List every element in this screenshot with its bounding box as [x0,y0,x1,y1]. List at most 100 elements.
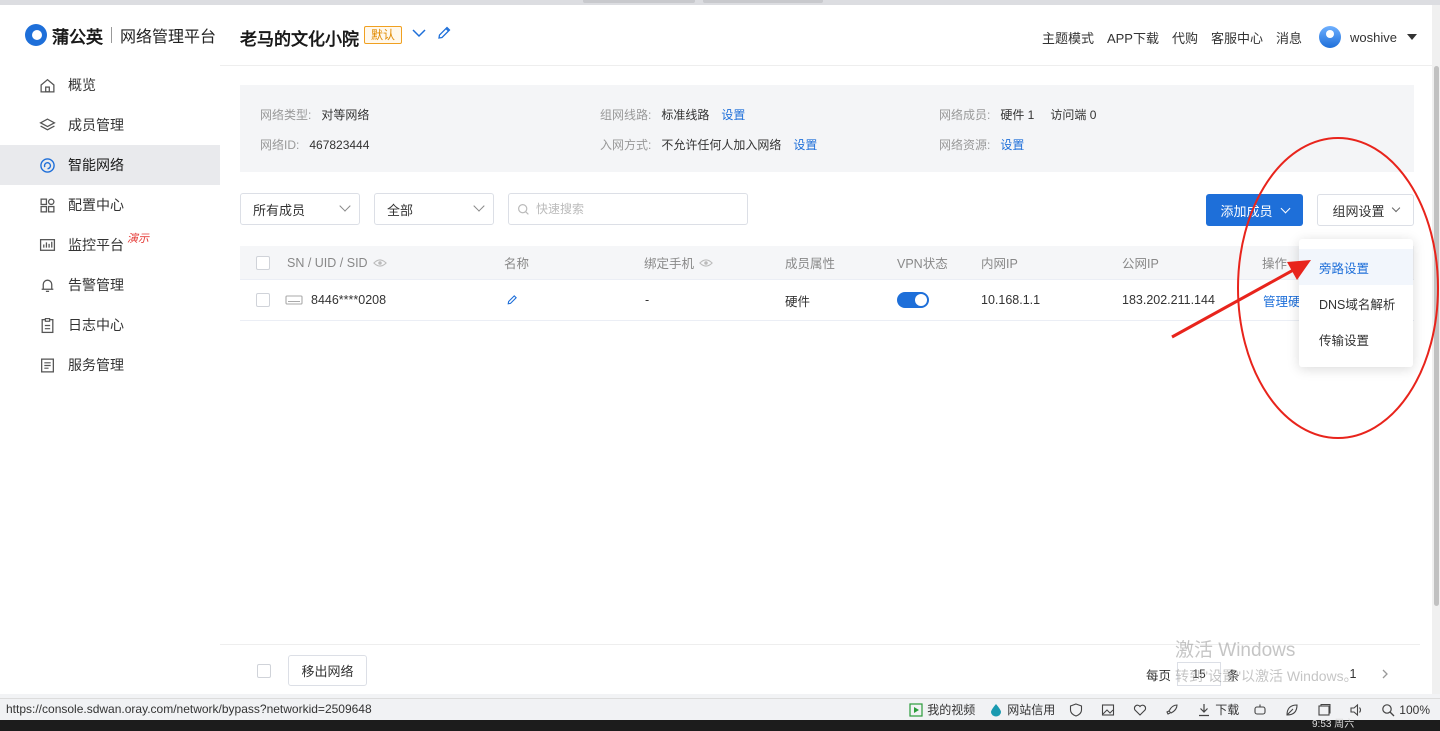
vpn-toggle[interactable] [897,292,929,308]
network-info-panel: 网络类型: 对等网络 网络ID: 467823444 组网线路: 标准线路 设置… [240,85,1414,172]
manage-hardware-link[interactable]: 管理硬 [1263,291,1301,310]
link-app-download[interactable]: APP下载 [1107,28,1159,47]
network-settings-button[interactable]: 组网设置 [1317,194,1414,226]
member-filter-select[interactable]: 所有成员 [240,193,360,225]
phone-value: - [645,293,650,307]
zoom-control[interactable]: 100% [1381,703,1430,717]
table-header: SN / UID / SID 名称 绑定手机 成员属性 VPN状态 内网IP 公… [240,246,1414,280]
join-mode-settings-link[interactable]: 设置 [793,136,817,153]
username[interactable]: woshive [1350,30,1397,45]
menu-item-bypass-settings[interactable]: 旁路设置 [1299,249,1413,285]
button-label: 移出网络 [301,664,354,679]
info-label: 网络成员: [939,108,991,122]
scrollbar-thumb[interactable] [1434,66,1439,606]
column-header: 名称 [504,257,530,271]
row-select-cell [256,280,270,320]
brand-name: 蒲公英 [52,27,103,47]
sidebar-item-monitor[interactable]: 监控平台 演示 [0,225,220,265]
sidebar-item-label: 监控平台 [68,237,124,253]
eco-button[interactable] [1285,703,1303,717]
col-wan-ip: 公网IP [1122,246,1159,279]
user-menu-caret-icon[interactable] [1407,34,1417,40]
screenshot-button[interactable] [1101,703,1119,717]
image-icon [1102,703,1115,716]
site-credit[interactable]: 网站信用 [989,701,1055,718]
eye-icon[interactable] [372,258,387,268]
sidebar-item-label: 配置中心 [68,197,124,213]
info-resources: 网络资源: 设置 [939,136,1024,153]
search-box [508,193,748,225]
sidebar-item-members[interactable]: 成员管理 [0,105,220,145]
volume-button[interactable] [1349,703,1367,717]
col-attribute: 成员属性 [785,246,835,279]
cell-lan-ip: 10.168.1.1 [981,280,1040,320]
add-member-button[interactable]: 添加成员 [1206,194,1303,226]
button-label: 组网设置 [1332,203,1385,219]
cell-name [506,280,518,320]
cell-phone: - [645,280,649,320]
sidebar-nav: 概览 成员管理 智能网络 配置中心 监控平台 演示 告警管理 日志中心 服务管理 [0,65,220,385]
link-purchase[interactable]: 代购 [1172,28,1198,47]
my-videos[interactable]: 我的视频 [909,701,975,718]
edit-icon[interactable] [436,25,452,41]
home-icon [39,77,56,94]
info-value: 467823444 [309,137,370,152]
remove-from-network-button[interactable]: 移出网络 [288,655,367,686]
sidebar-item-smart-network[interactable]: 智能网络 [0,145,220,185]
menu-item-transfer-settings[interactable]: 传输设置 [1299,321,1413,357]
link-support[interactable]: 客服中心 [1211,28,1263,47]
sidebar-item-overview[interactable]: 概览 [0,65,220,105]
browser-tab[interactable] [583,0,695,3]
resources-settings-link[interactable]: 设置 [1000,136,1024,153]
status-bar-tools: 我的视频 网站信用 下载 100% [895,701,1430,718]
route-settings-link[interactable]: 设置 [721,106,745,123]
avatar[interactable] [1319,26,1342,48]
assistant-button[interactable] [1253,703,1271,717]
grid-icon [39,197,56,214]
info-value: 硬件 1 [1000,108,1035,122]
info-label: 网络类型: [260,108,312,122]
window-button[interactable] [1317,703,1335,717]
default-badge: 默认 [364,26,403,44]
sidebar-item-services[interactable]: 服务管理 [0,345,220,385]
speedup-button[interactable] [1165,703,1183,717]
select-all-checkbox[interactable] [256,255,270,270]
logo-divider [111,27,112,43]
drop-icon [991,703,1002,716]
cell-attribute: 硬件 [785,280,810,320]
edit-icon[interactable] [506,294,518,306]
sidebar-item-config-center[interactable]: 配置中心 [0,185,220,225]
type-filter-select[interactable]: 全部 [374,193,494,225]
sidebar-item-label: 服务管理 [68,357,124,373]
link-theme-mode[interactable]: 主题模式 [1042,28,1094,47]
chevron-down-icon [1391,203,1400,213]
sidebar-item-alerts[interactable]: 告警管理 [0,265,220,305]
menu-item-label: 传输设置 [1319,333,1370,348]
footer-select-all-checkbox[interactable] [257,664,271,678]
column-header: 成员属性 [785,257,836,271]
link-messages[interactable]: 消息 [1276,28,1302,47]
column-header: 公网IP [1122,257,1159,271]
eye-icon[interactable] [699,258,713,268]
button-label: 添加成员 [1220,203,1273,219]
col-sn: SN / UID / SID [287,246,387,279]
browser-tab[interactable] [703,0,823,3]
info-value: 标准线路 [661,108,710,122]
robot-icon [1254,704,1266,715]
info-network-id: 网络ID: 467823444 [260,136,369,153]
security-button[interactable] [1069,702,1087,717]
search-input[interactable] [536,202,736,216]
row-checkbox[interactable] [256,293,270,307]
lan-ip-value: 10.168.1.1 [981,293,1041,307]
status-item-label: 下载 [1215,703,1240,717]
chevron-down-icon[interactable] [411,25,427,41]
download-button[interactable]: 下载 [1197,701,1239,718]
chevron-right-icon[interactable] [1380,669,1390,679]
sidebar-item-label: 告警管理 [68,277,124,293]
windows-taskbar: 9:53 周六 [0,720,1440,731]
sidebar-item-logs[interactable]: 日志中心 [0,305,220,345]
taskbar-clock: 9:53 周六 [1312,719,1355,730]
health-button[interactable] [1133,703,1151,717]
menu-item-dns[interactable]: DNS域名解析 [1299,285,1413,321]
logo[interactable]: 蒲公英 网络管理平台 [25,23,216,47]
